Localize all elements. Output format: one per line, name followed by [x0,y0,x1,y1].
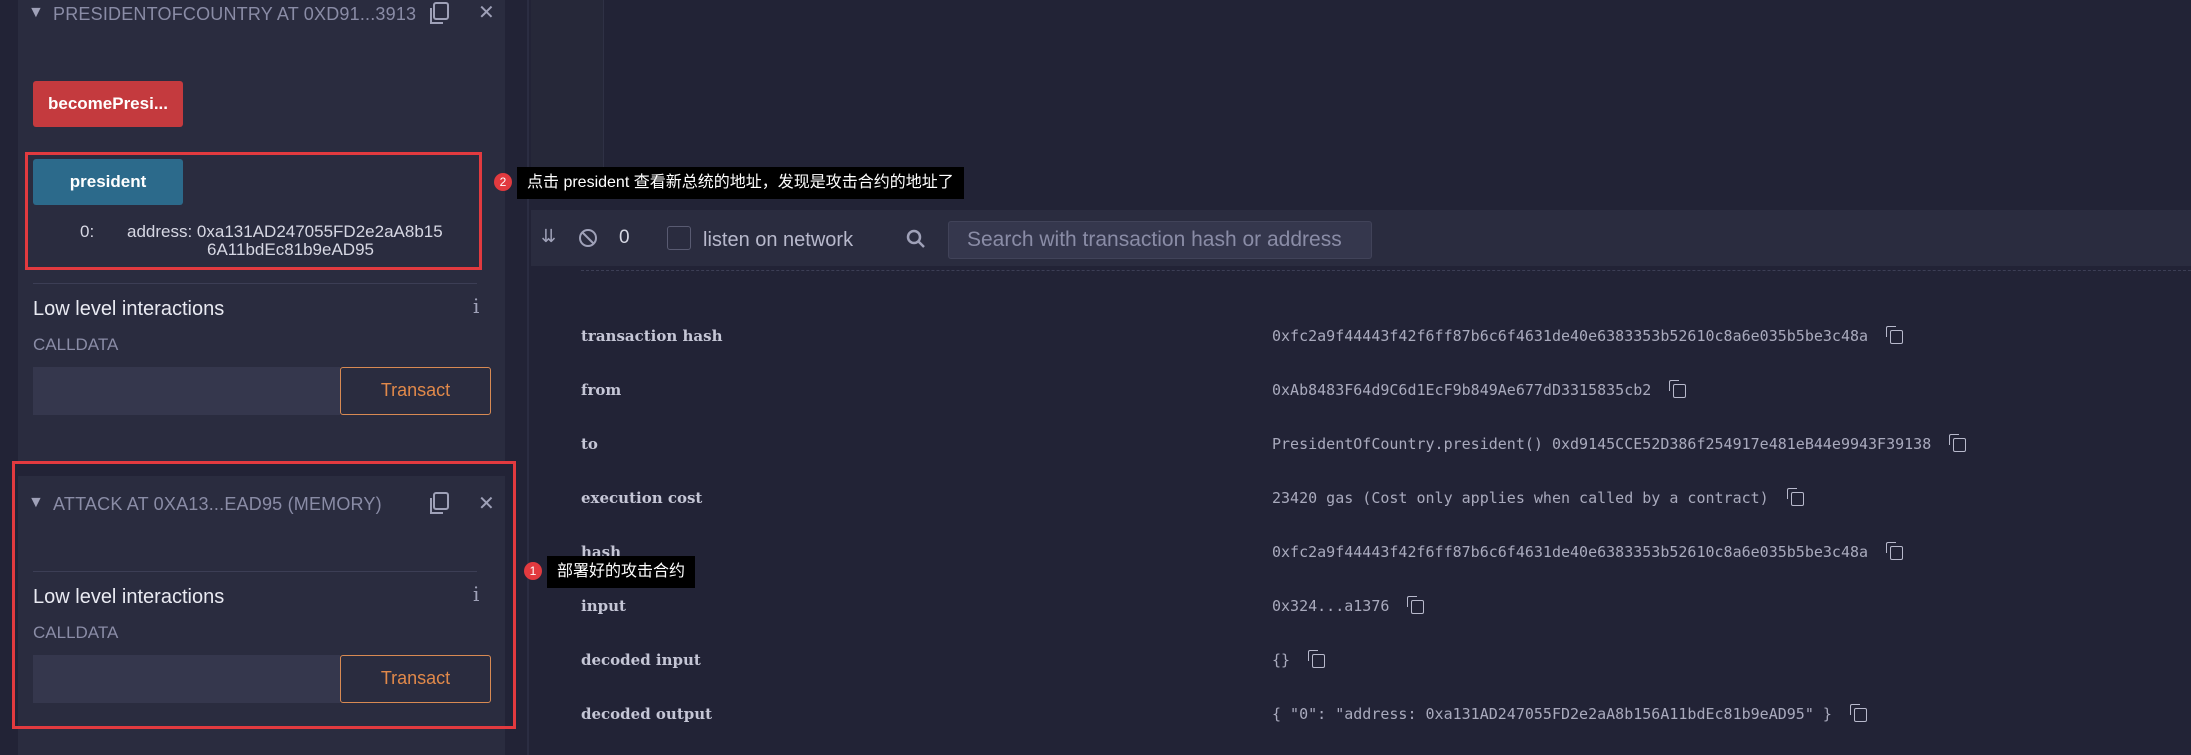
tx-value-execution-cost: 23420 gas (Cost only applies when called… [1272,487,1804,507]
tx-value-decoded-input: {} [1272,649,1326,669]
tx-value-text: 0xfc2a9f44443f42f6ff87b6c6f4631de40e6383… [1272,327,1869,345]
tx-key-execution-cost: execution cost [581,489,703,507]
calldata-input[interactable] [33,367,340,415]
copy-icon[interactable] [1886,541,1904,560]
tx-key-from: from [581,381,622,399]
annotation-tooltip-2: 点击 president 查看新总统的地址，发现是攻击合约的地址了 [517,167,964,199]
annotation-badge-2: 2 [494,173,512,191]
copy-icon[interactable] [1949,433,1967,452]
output-index: 0: [80,222,95,241]
info-icon[interactable]: i [473,582,479,606]
double-chevron-down-icon[interactable]: ⇊ [541,226,556,247]
close-icon[interactable]: ✕ [478,3,495,23]
editor-area[interactable] [531,0,2191,180]
tx-value-to: PresidentOfCountry.president() 0xd9145CC… [1272,433,1967,453]
tx-value-hash: 0xfc2a9f44443f42f6ff87b6c6f4631de40e6383… [1272,541,1904,561]
tx-value-text: { "0": "address: 0xa131AD247055FD2e2aA8b… [1272,705,1832,723]
tx-key-input: input [581,597,626,615]
transact-button[interactable]: Transact [340,367,491,415]
tx-value-input: 0x324...a1376 [1272,595,1425,615]
tx-value-decoded-output: { "0": "address: 0xa131AD247055FD2e2aA8b… [1272,703,1867,723]
copy-icon[interactable] [1407,595,1425,614]
contract-1-title: PRESIDENTOFCOUNTRY AT 0XD91...3913 [53,4,417,24]
tx-value-text: 23420 gas (Cost only applies when called… [1272,489,1769,507]
pending-tx-count: 0 [619,227,630,248]
tx-value-text: {} [1272,651,1291,669]
tx-key-to: to [581,435,598,453]
tx-key-transaction-hash: transaction hash [581,327,723,345]
copy-icon[interactable] [1786,487,1804,506]
calldata-input[interactable] [33,655,340,703]
calldata-label: CALLDATA [33,335,119,354]
contract-2-title: ATTACK AT 0XA13...EAD95 (MEMORY) [53,494,382,514]
tx-value-text: 0xfc2a9f44443f42f6ff87b6c6f4631de40e6383… [1272,543,1869,561]
tx-value-text: 0x324...a1376 [1272,597,1390,615]
copy-icon[interactable] [1669,379,1687,398]
annotation-tooltip-1: 部署好的攻击合约 [547,556,696,588]
tx-value-from: 0xAb8483F64d9C6d1EcF9b849Ae677dD3315835c… [1272,379,1687,399]
tx-value-text: PresidentOfCountry.president() 0xd9145CC… [1272,435,1932,453]
annotation-badge-1: 1 [524,562,542,580]
listen-label: listen on network [703,229,854,251]
log-divider [581,266,2191,271]
become-president-button[interactable]: becomePresi... [33,81,183,127]
low-level-title: Low level interactions [33,586,225,608]
search-icon [906,229,926,254]
chevron-down-icon[interactable]: ▼ [28,4,44,21]
transaction-log: transaction hash 0xfc2a9f44443f42f6ff87b… [531,266,2191,755]
tx-key-decoded-output: decoded output [581,705,713,723]
panel-divider[interactable] [527,0,529,755]
calldata-label: CALLDATA [33,623,119,642]
low-level-title: Low level interactions [33,298,225,320]
copy-icon[interactable] [1849,703,1867,722]
copy-icon[interactable] [1308,649,1326,668]
copy-icon[interactable] [428,2,450,31]
terminal-toolbar: ⇊ 0 listen on network Search with transa… [531,210,2191,266]
president-output-line1: address: 0xa131AD247055FD2e2aA8b15 [127,222,443,241]
president-button[interactable]: president [33,159,183,205]
info-icon[interactable]: i [473,294,479,318]
deploy-run-panel: ▼ PRESIDENTOFCOUNTRY AT 0XD91...3913 ✕ b… [0,0,531,755]
chevron-down-icon[interactable]: ▼ [28,494,44,511]
copy-icon[interactable] [428,492,450,521]
contract-2-header[interactable]: ▼ [28,494,44,512]
listen-checkbox[interactable] [667,226,691,250]
divider [33,571,477,572]
clear-icon[interactable] [578,228,598,253]
editor-gutter [531,0,604,180]
transact-button[interactable]: Transact [340,655,491,703]
close-icon[interactable]: ✕ [478,494,495,514]
search-input[interactable]: Search with transaction hash or address [948,221,1372,259]
tx-value-text: 0xAb8483F64d9C6d1EcF9b849Ae677dD3315835c… [1272,381,1652,399]
tx-value-transaction-hash: 0xfc2a9f44443f42f6ff87b6c6f4631de40e6383… [1272,325,1904,345]
divider [33,283,477,284]
copy-icon[interactable] [1886,325,1904,344]
tx-key-decoded-input: decoded input [581,651,701,669]
contract-1-header[interactable]: ▼ [28,4,44,22]
president-output-line2: 6A11bdEc81b9eAD95 [207,240,374,259]
